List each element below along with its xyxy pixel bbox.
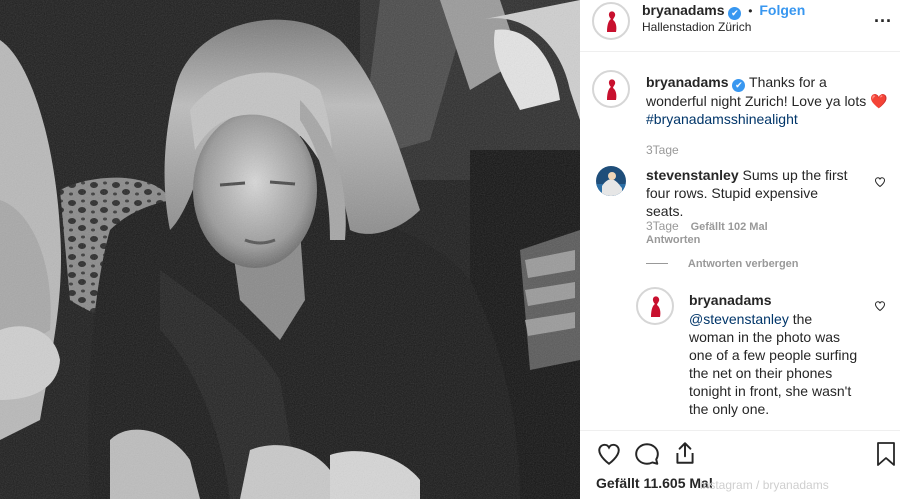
- comment-username[interactable]: stevenstanley: [646, 167, 739, 183]
- verified-badge-icon: ✔: [728, 7, 742, 20]
- reply-button[interactable]: Antworten: [646, 234, 700, 246]
- likes-count[interactable]: Gefällt 11.605 Mal: [596, 475, 713, 491]
- comment-like-heart-icon[interactable]: [874, 176, 886, 188]
- caption-hashtag[interactable]: #bryanadamsshinealight: [646, 111, 798, 127]
- commenter-avatar-image: [596, 166, 626, 196]
- avatar[interactable]: [592, 2, 630, 40]
- reply-avatar[interactable]: [636, 287, 674, 325]
- post-header: bryanadams ✔ • Folgen Hallenstadion Züri…: [580, 0, 900, 52]
- hide-replies-button[interactable]: Antworten verbergen: [646, 254, 799, 270]
- header-username[interactable]: bryanadams: [642, 2, 724, 18]
- photo-image: [0, 0, 580, 499]
- location-link[interactable]: Hallenstadion Zürich: [642, 20, 751, 34]
- caption-username[interactable]: bryanadams: [646, 74, 728, 90]
- caption: bryanadams ✔ Thanks for a wonderful nigh…: [646, 73, 888, 128]
- reply-body: @stevenstanley the woman in the photo wa…: [689, 310, 859, 418]
- reply-username[interactable]: bryanadams: [689, 292, 771, 308]
- caption-time[interactable]: 3Tage: [646, 143, 679, 157]
- avatar-image: [596, 74, 626, 104]
- hide-replies-label: Antworten verbergen: [687, 258, 799, 270]
- share-icon[interactable]: [672, 440, 698, 466]
- verified-badge-icon: ✔: [732, 79, 746, 92]
- commenter-avatar[interactable]: [596, 166, 626, 196]
- bookmark-icon[interactable]: [874, 441, 898, 467]
- actions-bar: Gefällt 11.605 Mal instagram / bryanadam…: [580, 430, 900, 499]
- reply-like-heart-icon[interactable]: [874, 300, 886, 312]
- hide-replies-line: [646, 262, 668, 264]
- comments-panel: bryanadams ✔ • Folgen Hallenstadion Züri…: [580, 0, 900, 499]
- comment-icon[interactable]: [634, 441, 660, 467]
- comment-time[interactable]: 3Tage: [646, 219, 679, 233]
- follow-button[interactable]: Folgen: [759, 2, 805, 18]
- avatar-image: [640, 291, 670, 321]
- comment-meta: 3Tage Gefällt 102 Mal: [646, 217, 768, 233]
- comment: stevenstanley Sums up the first four row…: [646, 166, 858, 220]
- avatar-image: [596, 6, 626, 36]
- more-options-icon[interactable]: ...: [874, 6, 892, 27]
- post-photo[interactable]: [0, 0, 580, 499]
- photo-watermark: instagram / bryanadams: [700, 478, 829, 492]
- comment-likes[interactable]: Gefällt 102 Mal: [691, 221, 768, 233]
- header-title-row: bryanadams ✔ • Folgen: [642, 2, 805, 20]
- red-heart-emoji-icon: ❤️: [870, 93, 888, 109]
- header-separator: •: [748, 4, 753, 18]
- heart-icon[interactable]: [596, 441, 622, 467]
- caption-avatar[interactable]: [592, 70, 630, 108]
- reply-mention[interactable]: @stevenstanley: [689, 311, 789, 327]
- instagram-post: bryanadams ✔ • Folgen Hallenstadion Züri…: [0, 0, 900, 499]
